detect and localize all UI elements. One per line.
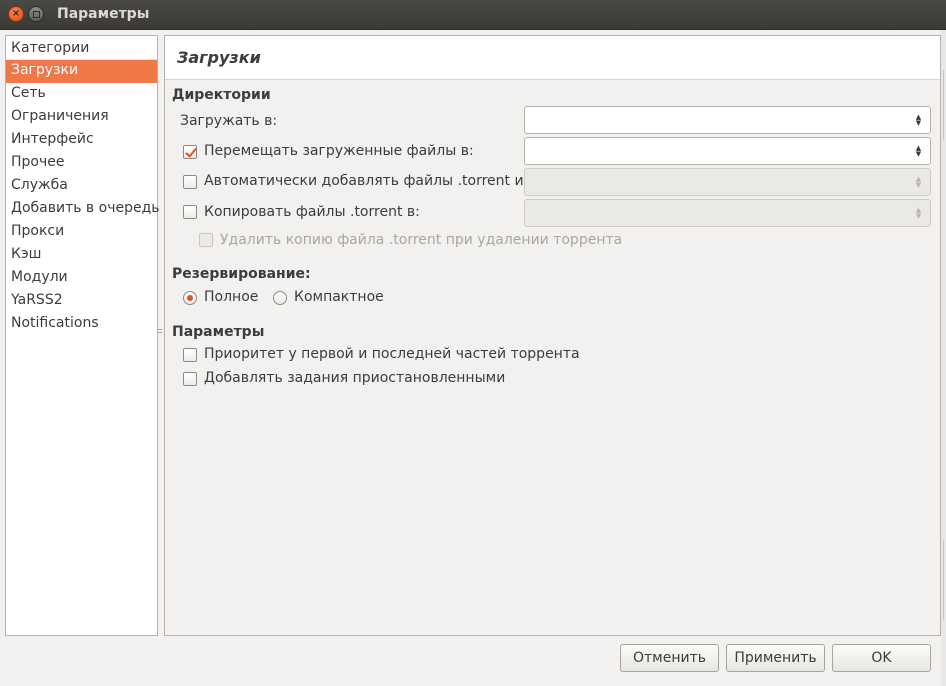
copy-torrent-checkbox[interactable] [183, 205, 197, 219]
category-cache[interactable]: Кэш [6, 244, 157, 267]
allocation-compact-radio[interactable] [273, 291, 287, 305]
delete-copy-checkbox [199, 233, 213, 247]
page-title: Загрузки [177, 48, 261, 67]
cancel-button[interactable]: Отменить [620, 644, 719, 672]
directories-section-title: Директории [172, 87, 271, 103]
category-other[interactable]: Прочее [6, 152, 157, 175]
category-bandwidth[interactable]: Ограничения [6, 106, 157, 129]
copy-torrent-folder-chooser: ▲ ▼ [524, 199, 931, 227]
download-to-folder-chooser[interactable]: ▲ ▼ [524, 106, 931, 134]
combo-arrows-icon: ▲ ▼ [915, 113, 922, 127]
autoadd-label[interactable]: Автоматически добавлять файлы .torrent и… [204, 173, 536, 189]
maximize-window-button[interactable] [28, 6, 44, 22]
combo-arrows-icon: ▲ ▼ [915, 175, 922, 189]
categories-list: Категории Загрузки Сеть Ограничения Инте… [5, 35, 160, 636]
window-edge-line [943, 540, 944, 620]
allocation-section-title: Резервирование: [172, 266, 311, 282]
move-completed-label[interactable]: Перемещать загруженные файлы в: [204, 143, 474, 159]
category-daemon[interactable]: Служба [6, 175, 157, 198]
maximize-icon [32, 10, 40, 18]
ok-button[interactable]: OK [832, 644, 931, 672]
category-network[interactable]: Сеть [6, 83, 157, 106]
add-paused-label[interactable]: Добавлять задания приостановленными [204, 370, 505, 386]
allocation-full-label[interactable]: Полное [204, 289, 258, 305]
autoadd-checkbox[interactable] [183, 175, 197, 189]
add-paused-checkbox[interactable] [183, 372, 197, 386]
category-plugins[interactable]: Модули [6, 267, 157, 290]
allocation-full-radio[interactable] [183, 291, 197, 305]
copy-torrent-label[interactable]: Копировать файлы .torrent в: [204, 204, 420, 220]
title-bar: × Параметры [0, 0, 946, 30]
frame-header: Загрузки [165, 36, 940, 80]
options-section-title: Параметры [172, 324, 265, 340]
move-completed-folder-chooser[interactable]: ▲ ▼ [524, 137, 931, 165]
category-notifications[interactable]: Notifications [6, 313, 157, 336]
delete-copy-label: Удалить копию файла .torrent при удалени… [220, 232, 623, 248]
prioritize-first-last-label[interactable]: Приоритет у первой и последней частей то… [204, 346, 580, 362]
category-yarss2[interactable]: YaRSS2 [6, 290, 157, 313]
categories-header[interactable]: Категории [6, 36, 157, 60]
apply-button[interactable]: Применить [726, 644, 825, 672]
category-proxy[interactable]: Прокси [6, 221, 157, 244]
close-icon: × [11, 8, 21, 19]
category-queue[interactable]: Добавить в очередь [6, 198, 160, 221]
allocation-compact-label[interactable]: Компактное [294, 289, 384, 305]
autoadd-folder-chooser: ▲ ▼ [524, 168, 931, 196]
settings-frame: Загрузки Директории Загружать в: ▲ ▼ Пере… [164, 35, 941, 636]
pane-splitter-handle[interactable] [158, 327, 163, 337]
move-completed-checkbox[interactable] [183, 145, 197, 159]
category-downloads[interactable]: Загрузки [6, 60, 157, 83]
close-window-button[interactable]: × [8, 6, 24, 22]
combo-arrows-icon: ▲ ▼ [915, 206, 922, 220]
window-title: Параметры [57, 6, 150, 22]
download-to-label: Загружать в: [180, 113, 278, 129]
combo-arrows-icon: ▲ ▼ [915, 144, 922, 158]
window-edge-line [943, 70, 944, 140]
prioritize-first-last-checkbox[interactable] [183, 348, 197, 362]
category-interface[interactable]: Интерфейс [6, 129, 157, 152]
